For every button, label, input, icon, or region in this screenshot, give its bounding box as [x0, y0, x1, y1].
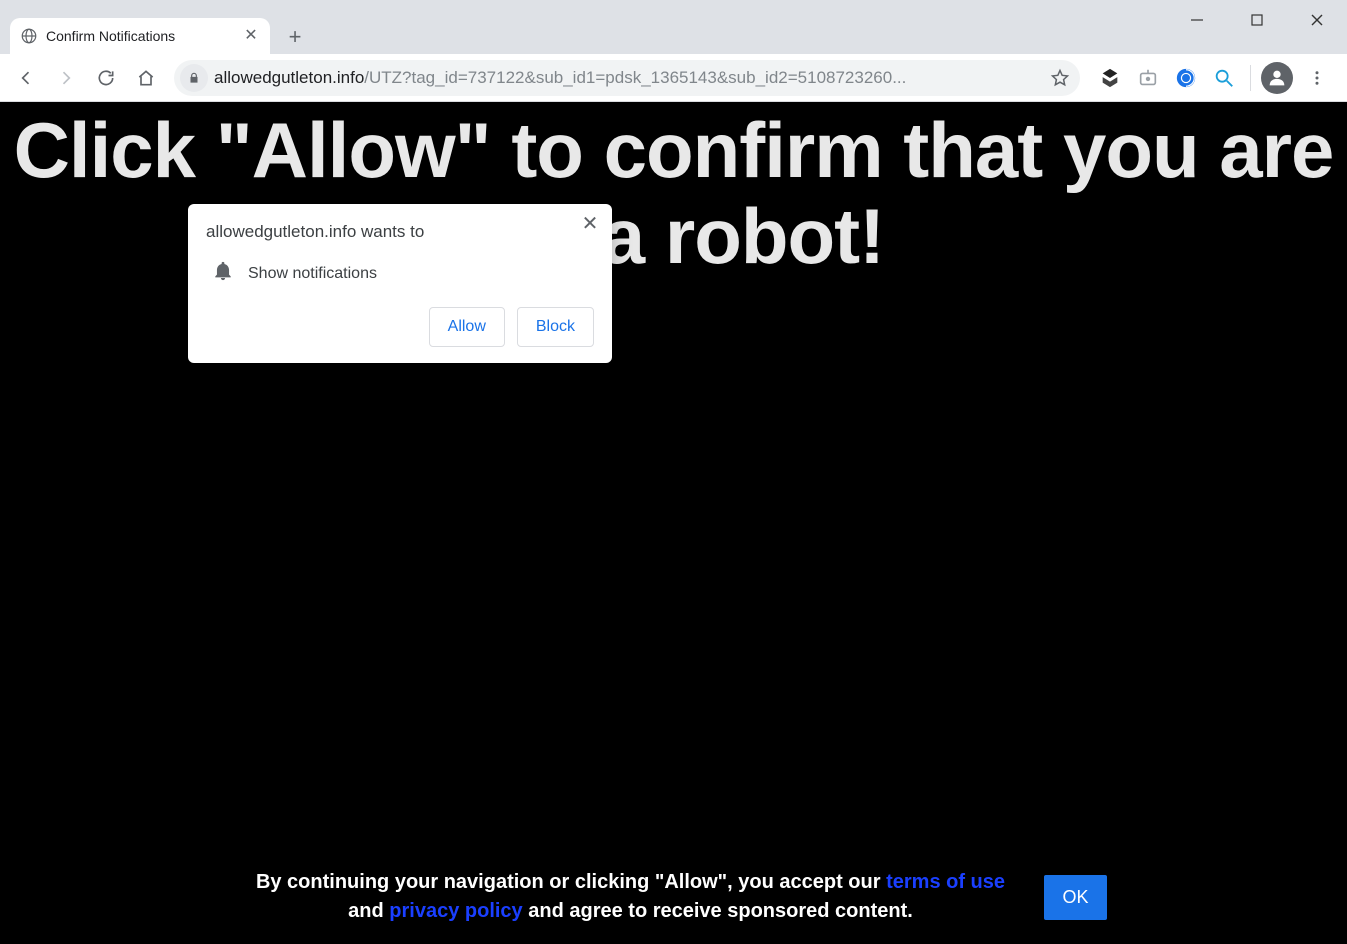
extension-icon-2[interactable]: [1132, 62, 1164, 94]
home-button[interactable]: [128, 60, 164, 96]
tab-strip: Confirm Notifications ✕ +: [0, 12, 1347, 54]
globe-icon: [20, 27, 38, 45]
maximize-button[interactable]: [1227, 0, 1287, 40]
close-button[interactable]: [1287, 0, 1347, 40]
prompt-actions: Allow Block: [206, 307, 594, 347]
tab-active[interactable]: Confirm Notifications ✕: [10, 18, 270, 54]
consent-prefix: By continuing your navigation or clickin…: [256, 871, 886, 893]
site-info-button[interactable]: [180, 64, 208, 92]
block-button[interactable]: Block: [517, 307, 594, 347]
url-text: allowedgutleton.info/UTZ?tag_id=737122&s…: [214, 68, 1040, 88]
allow-button[interactable]: Allow: [429, 307, 505, 347]
ok-button[interactable]: OK: [1044, 875, 1106, 920]
address-bar[interactable]: allowedgutleton.info/UTZ?tag_id=737122&s…: [174, 60, 1080, 96]
notification-permission-prompt: ✕ allowedgutleton.info wants to Show not…: [188, 204, 612, 363]
consent-bar: By continuing your navigation or clickin…: [0, 868, 1347, 926]
prompt-close-button[interactable]: ✕: [578, 212, 602, 236]
extension-icon-1[interactable]: [1094, 62, 1126, 94]
chrome-menu-button[interactable]: [1299, 60, 1335, 96]
permission-row: Show notifications: [206, 256, 594, 307]
tab-close-button[interactable]: ✕: [242, 27, 260, 45]
privacy-policy-link[interactable]: privacy policy: [389, 900, 522, 922]
page-content: Click "Allow" to confirm that you are no…: [0, 102, 1347, 944]
new-tab-button[interactable]: +: [278, 20, 312, 54]
extensions-area: [1090, 60, 1339, 96]
terms-of-use-link[interactable]: terms of use: [886, 871, 1005, 893]
window-controls: [1167, 0, 1347, 40]
consent-mid: and: [348, 900, 389, 922]
toolbar: allowedgutleton.info/UTZ?tag_id=737122&s…: [0, 54, 1347, 102]
extension-icon-4[interactable]: [1208, 62, 1240, 94]
titlebar: [0, 0, 1347, 12]
reload-button[interactable]: [88, 60, 124, 96]
consent-suffix: and agree to receive sponsored content.: [523, 900, 913, 922]
back-button[interactable]: [8, 60, 44, 96]
permission-label: Show notifications: [248, 265, 377, 283]
minimize-button[interactable]: [1167, 0, 1227, 40]
tab-title: Confirm Notifications: [46, 28, 234, 44]
bookmark-button[interactable]: [1046, 64, 1074, 92]
toolbar-divider: [1250, 65, 1251, 91]
consent-text: By continuing your navigation or clickin…: [240, 868, 1020, 926]
prompt-title: allowedgutleton.info wants to: [206, 222, 594, 242]
url-host: allowedgutleton.info: [214, 68, 364, 88]
profile-button[interactable]: [1261, 62, 1293, 94]
bell-icon: [212, 260, 234, 287]
extension-icon-3[interactable]: [1170, 62, 1202, 94]
forward-button: [48, 60, 84, 96]
browser-window: Confirm Notifications ✕ + allowedgutleto…: [0, 0, 1347, 944]
url-path: /UTZ?tag_id=737122&sub_id1=pdsk_1365143&…: [364, 68, 906, 88]
